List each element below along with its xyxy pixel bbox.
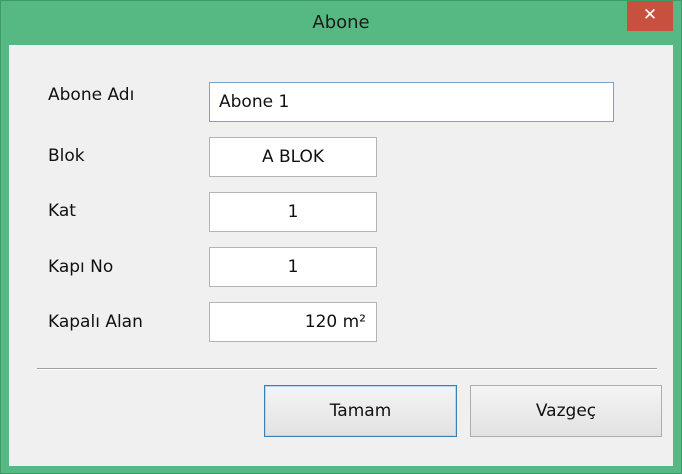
separator <box>37 368 657 370</box>
block-field[interactable]: A BLOK <box>209 137 377 177</box>
close-icon: ✕ <box>642 5 658 25</box>
closed-area-label: Kapalı Alan <box>48 312 143 332</box>
floor-field[interactable]: 1 <box>209 192 377 232</box>
door-number-field[interactable]: 1 <box>209 247 377 287</box>
closed-area-field[interactable]: 120 m² <box>209 302 377 342</box>
cancel-button[interactable]: Vazgeç <box>470 385 662 437</box>
dialog-window: Abone ✕ Abone Adı Abone 1 Blok A BLOK Ka… <box>0 0 682 474</box>
subscriber-name-input[interactable]: Abone 1 <box>209 82 614 122</box>
window-title: Abone <box>312 12 370 33</box>
block-label: Blok <box>48 146 85 166</box>
ok-button[interactable]: Tamam <box>264 385 457 437</box>
floor-label: Kat <box>48 201 76 221</box>
subscriber-name-label: Abone Adı <box>48 85 135 105</box>
close-button[interactable]: ✕ <box>627 1 673 31</box>
title-bar[interactable]: Abone ✕ <box>1 1 681 45</box>
door-number-label: Kapı No <box>48 257 114 277</box>
dialog-body: Abone Adı Abone 1 Blok A BLOK Kat 1 Kapı… <box>9 45 673 466</box>
